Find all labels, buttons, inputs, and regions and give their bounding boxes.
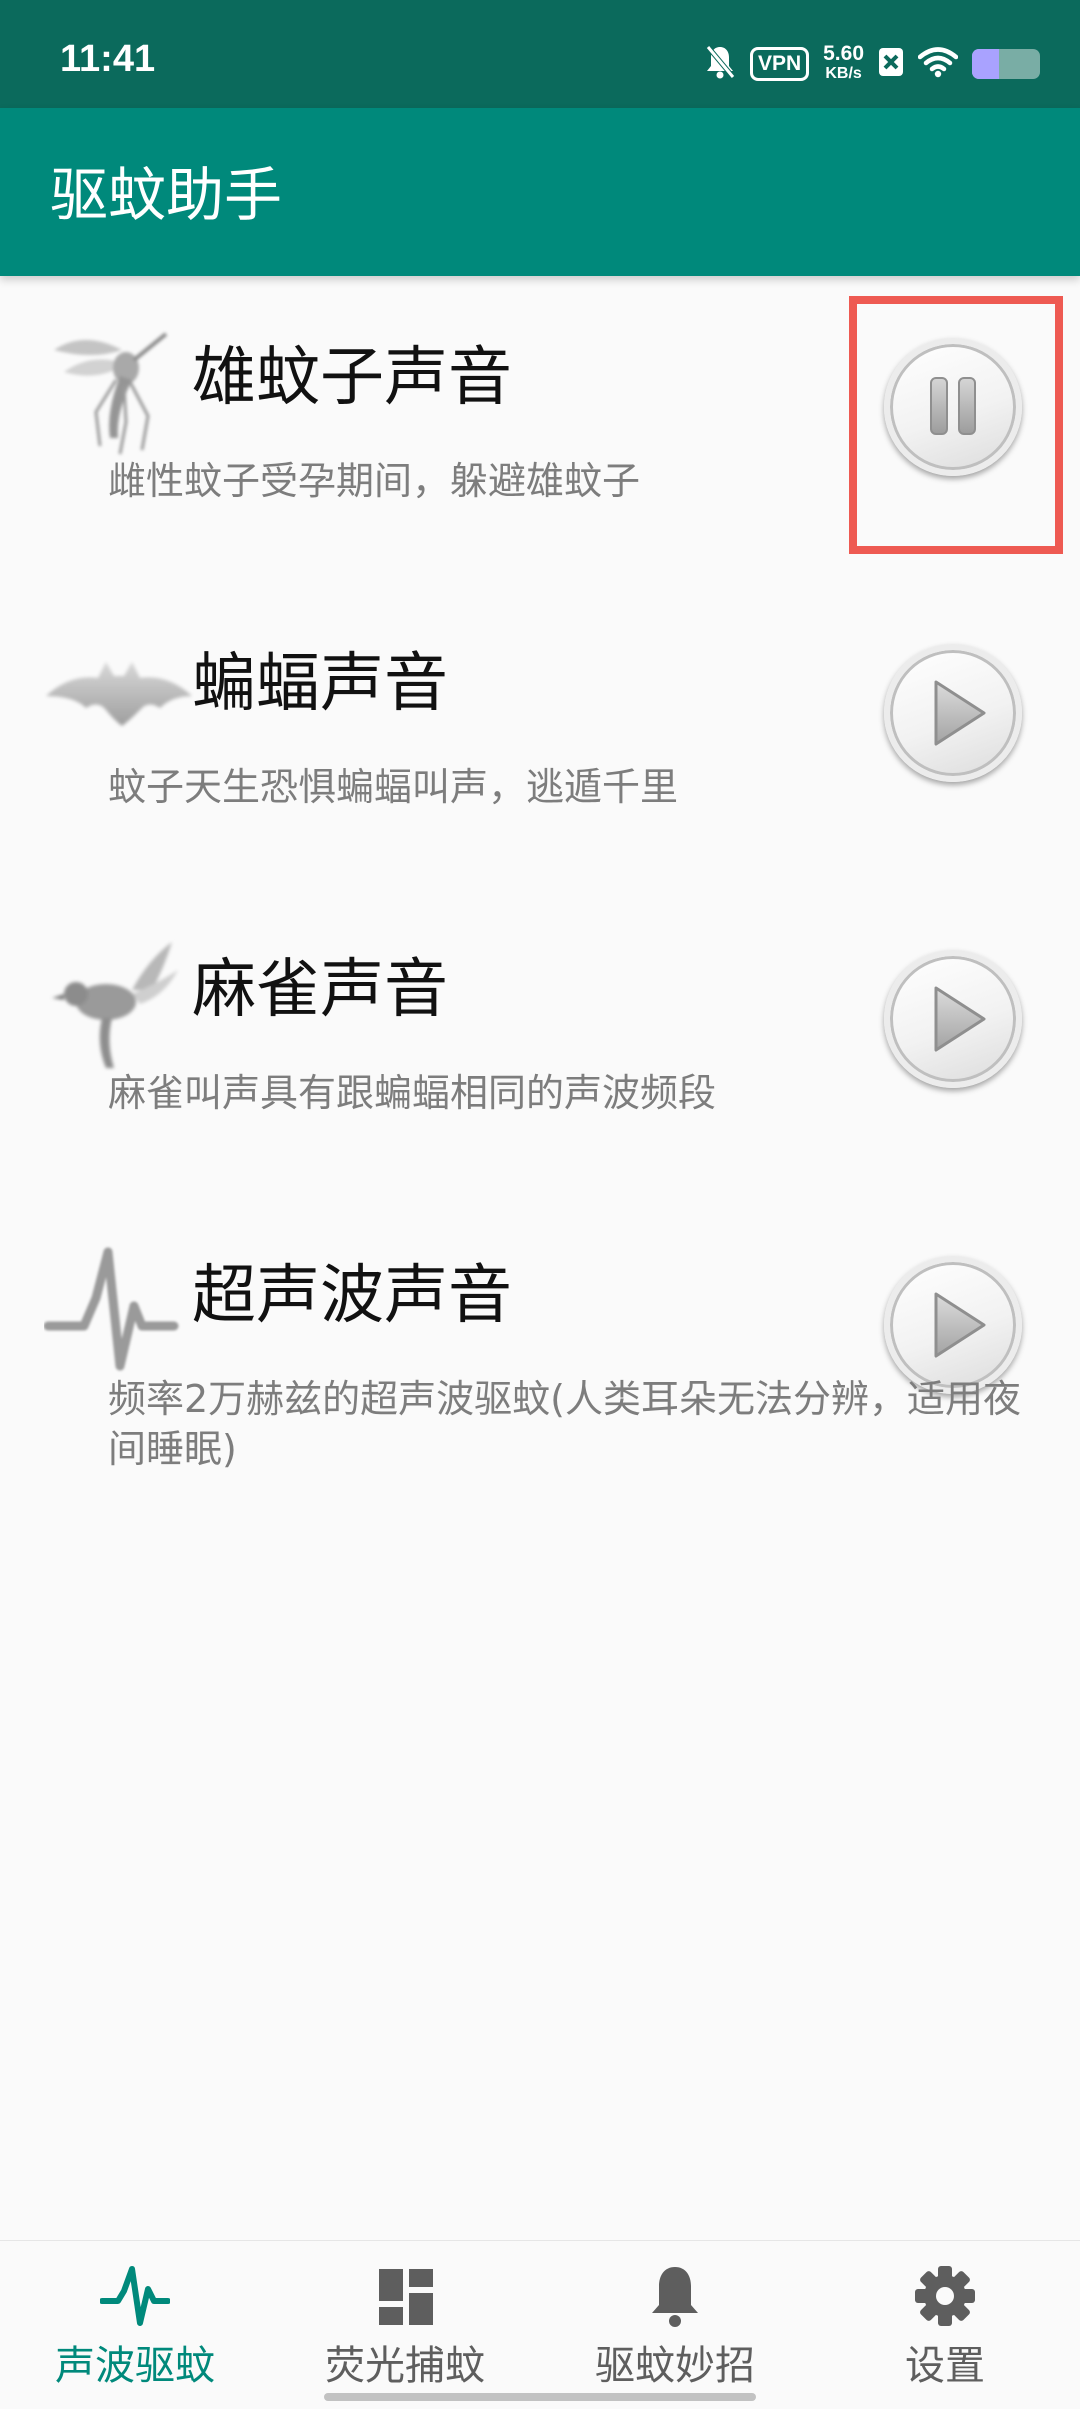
sound-title: 超声波声音	[192, 1259, 512, 1333]
sound-item-sparrow[interactable]: 麻雀声音 麻雀叫声具有跟蝙蝠相同的声波频段	[0, 908, 1080, 1208]
sound-title: 蝙蝠声音	[192, 647, 448, 721]
tab-settings[interactable]: 设置	[810, 2241, 1080, 2409]
gear-icon	[910, 2261, 980, 2331]
net-speed-unit: KB/s	[825, 65, 862, 82]
bottom-nav: 声波驱蚊 荧光捕蚊 驱蚊妙招 设置	[0, 2240, 1080, 2409]
mosquito-icon	[44, 320, 194, 460]
waveform-icon	[43, 1238, 194, 1378]
battery-fill	[972, 49, 1000, 79]
app-bar: 驱蚊助手	[0, 108, 1080, 276]
wifi-icon	[917, 46, 959, 82]
tab-label: 驱蚊妙招	[595, 2343, 755, 2389]
sound-description: 蚊子天生恐惧蝙蝠叫声，逃遁千里	[108, 765, 679, 809]
tab-sonic-repel[interactable]: 声波驱蚊	[0, 2241, 270, 2409]
bell-icon	[640, 2261, 710, 2331]
highlight-box	[849, 296, 1063, 554]
dashboard-icon	[370, 2261, 440, 2331]
tab-label: 荧光捕蚊	[325, 2343, 485, 2389]
tab-light-trap[interactable]: 荧光捕蚊	[270, 2241, 540, 2409]
vpn-icon: VPN	[749, 47, 810, 81]
sound-title: 雄蚊子声音	[192, 341, 512, 415]
pulse-icon	[99, 2261, 171, 2331]
sound-title: 麻雀声音	[192, 953, 448, 1027]
status-time: 11:41	[60, 38, 156, 80]
sound-description: 麻雀叫声具有跟蝙蝠相同的声波频段	[108, 1071, 717, 1115]
bell-off-icon	[704, 44, 736, 84]
status-bar: 11:41 VPN 5.60 KB/s	[0, 0, 1080, 108]
tab-tips[interactable]: 驱蚊妙招	[540, 2241, 810, 2409]
sparrow-icon	[44, 932, 194, 1072]
app-title: 驱蚊助手	[50, 161, 283, 229]
play-icon	[934, 1292, 986, 1358]
bat-icon	[44, 626, 194, 766]
tab-label: 声波驱蚊	[55, 2343, 215, 2389]
home-indicator	[324, 2393, 756, 2401]
tab-label: 设置	[905, 2343, 985, 2389]
network-speed: 5.60 KB/s	[823, 42, 864, 84]
close-box-icon	[878, 47, 904, 81]
sound-description: 频率2万赫兹的超声波驱蚊(人类耳朵无法分辨，适用夜间睡眠)	[108, 1377, 1022, 1471]
sound-item-bat[interactable]: 蝙蝠声音 蚊子天生恐惧蝙蝠叫声，逃遁千里	[0, 602, 1080, 902]
play-icon	[934, 986, 986, 1052]
net-speed-value: 5.60	[823, 42, 864, 65]
battery-icon	[972, 49, 1040, 79]
status-icons: VPN 5.60 KB/s	[704, 38, 1040, 90]
play-icon	[934, 680, 986, 746]
sound-item-ultrasonic[interactable]: 超声波声音 频率2万赫兹的超声波驱蚊(人类耳朵无法分辨，适用夜间睡眠)	[0, 1214, 1080, 1514]
